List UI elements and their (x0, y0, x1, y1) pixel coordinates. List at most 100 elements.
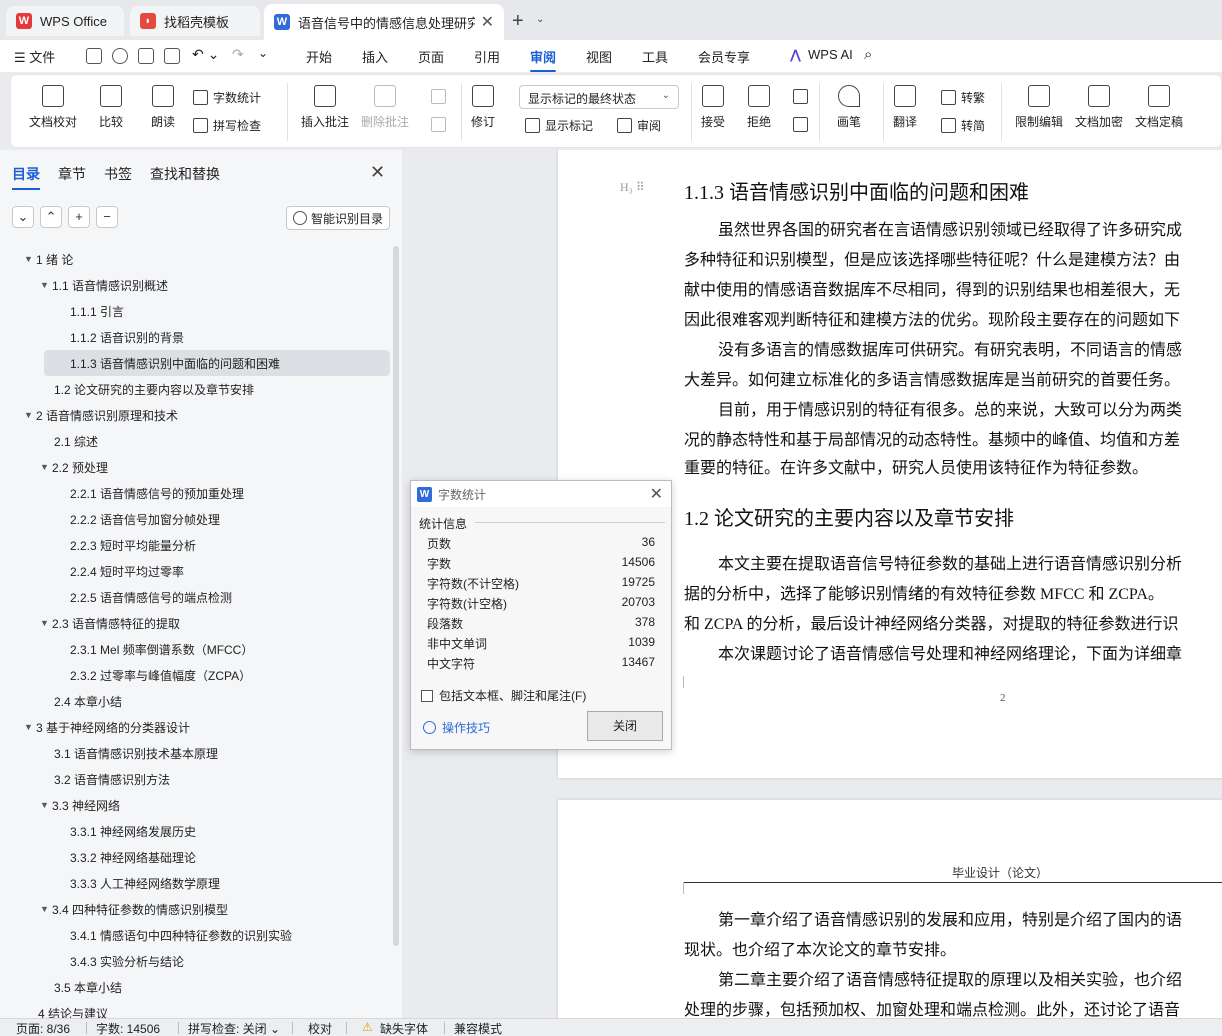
heading-style-marker[interactable]: H₃ ⠿ (620, 180, 645, 195)
toc-item[interactable]: 3.2 语音情感识别方法 (0, 766, 390, 792)
quick-access-more-icon[interactable]: ⌄ (258, 46, 268, 60)
toc-item[interactable]: 2.2.3 短时平均能量分析 (0, 532, 390, 558)
menu-tools[interactable]: 工具 (642, 47, 668, 66)
toc-item[interactable]: ▼ 2 语音情感识别原理和技术 (0, 402, 390, 428)
toc-item[interactable]: 2.3.2 过零率与峰值幅度（ZCPA） (0, 662, 390, 688)
status-page[interactable]: 页面: 8/36 (16, 1020, 70, 1036)
caret-down-icon[interactable]: ▼ (24, 722, 36, 732)
tab-wps-office[interactable]: W WPS Office (6, 6, 124, 36)
expand-up-icon[interactable]: ⌃ (40, 206, 62, 228)
include-textbox-checkbox[interactable]: 包括文本框、脚注和尾注(F) (421, 687, 586, 704)
read-aloud-button[interactable]: 朗读 (151, 75, 175, 130)
toc-item[interactable]: ▼ 1 绪 论 (0, 246, 390, 272)
toc-item[interactable]: ▼ 2.2 预处理 (0, 454, 390, 480)
caret-down-icon[interactable]: ▼ (40, 904, 52, 914)
panel-tab-bookmarks[interactable]: 书签 (104, 164, 132, 184)
toc-item[interactable]: 2.2.4 短时平均过零率 (0, 558, 390, 584)
menu-view[interactable]: 视图 (586, 47, 612, 66)
dialog-title-bar[interactable]: W 字数统计 (411, 481, 671, 507)
previous-change-icon[interactable] (793, 89, 813, 104)
status-word-count[interactable]: 字数: 14506 (96, 1020, 160, 1036)
search-icon[interactable]: ⌕ (864, 46, 872, 63)
share-icon[interactable] (112, 48, 128, 64)
remove-heading-icon[interactable]: − (96, 206, 118, 228)
panel-tab-find-replace[interactable]: 查找和替换 (150, 164, 220, 184)
caret-down-icon[interactable]: ▼ (40, 462, 52, 472)
toc-item[interactable]: ▼ 2.3 语音情感特征的提取 (0, 610, 390, 636)
chevron-down-icon[interactable]: ⌄ (536, 14, 544, 25)
toc-item[interactable]: ▼ 3.3 神经网络 (0, 792, 390, 818)
toc-item[interactable]: 2.2.2 语音信号加窗分帧处理 (0, 506, 390, 532)
toc-item[interactable]: 1.2 论文研究的主要内容以及章节安排 (0, 376, 390, 402)
toc-item[interactable]: 2.1 综述 (0, 428, 390, 454)
add-heading-icon[interactable]: + (68, 206, 90, 228)
print-preview-icon[interactable] (164, 48, 180, 64)
previous-comment-icon[interactable] (431, 89, 451, 104)
menu-insert[interactable]: 插入 (362, 47, 388, 66)
toc-item[interactable]: 3.5 本章小结 (0, 974, 390, 1000)
tips-link[interactable]: 操作技巧 (423, 719, 490, 736)
revise-button[interactable]: 修订 (471, 75, 495, 130)
caret-down-icon[interactable]: ▼ (40, 800, 52, 810)
close-button[interactable]: 关闭 (587, 711, 663, 741)
menu-member[interactable]: 会员专享 (698, 47, 750, 66)
compare-button[interactable]: 比较 (99, 75, 123, 130)
toc-item[interactable]: 2.3.1 Mel 频率倒谱系数（MFCC） (0, 636, 390, 662)
menu-page[interactable]: 页面 (418, 47, 444, 66)
review-pane-button[interactable]: 审阅 (617, 117, 661, 134)
collapse-icon[interactable]: ⌄ (12, 206, 34, 228)
toc-item[interactable]: 3.3.1 神经网络发展历史 (0, 818, 390, 844)
next-change-icon[interactable] (793, 117, 813, 132)
doc-check-button[interactable]: 文档校对 (29, 75, 77, 130)
toc-item[interactable]: 3.1 语音情感识别技术基本原理 (0, 740, 390, 766)
undo-icon[interactable]: ↶ ⌄ (192, 46, 219, 63)
toc-item[interactable]: ▼ 1.1 语音情感识别概述 (0, 272, 390, 298)
tab-docer[interactable]: ◗ 找稻壳模板 (130, 6, 260, 36)
to-traditional-button[interactable]: 转繁 (941, 89, 985, 106)
toc-item[interactable]: 3.3.2 神经网络基础理论 (0, 844, 390, 870)
translate-button[interactable]: 翻译 (893, 75, 917, 130)
restrict-edit-button[interactable]: 限制编辑 (1015, 75, 1063, 130)
toc-item[interactable]: ▼ 3.4 四种特征参数的情感识别模型 (0, 896, 390, 922)
status-spell-check[interactable]: 拼写检查: 关闭 ⌄ (188, 1020, 280, 1036)
status-missing-font[interactable]: 缺失字体 (380, 1020, 428, 1036)
toc-item[interactable]: 2.2.1 语音情感信号的预加重处理 (0, 480, 390, 506)
show-markup-button[interactable]: 显示标记 (525, 117, 593, 134)
next-comment-icon[interactable] (431, 117, 451, 132)
status-proof[interactable]: 校对 (308, 1020, 332, 1036)
menu-start[interactable]: 开始 (306, 47, 332, 66)
checkbox-box[interactable] (421, 689, 433, 702)
toc-item[interactable]: ▼ 3 基于神经网络的分类器设计 (0, 714, 390, 740)
caret-down-icon[interactable]: ▼ (24, 254, 36, 264)
spell-check-button[interactable]: 拼写检查 (193, 117, 261, 134)
tab-document[interactable]: W 语音信号中的情感信息处理研究 ✕ (264, 4, 504, 40)
toc-item[interactable]: 3.4.3 实验分析与结论 (0, 948, 390, 974)
smart-toc-button[interactable]: 智能识别目录 (286, 206, 390, 230)
reject-button[interactable]: 拒绝 (747, 75, 771, 130)
print-icon[interactable] (138, 48, 154, 64)
toc-item[interactable]: 2.2.5 语音情感信号的端点检测 (0, 584, 390, 610)
document-page[interactable]: 毕业设计（论文） 第一章介绍了语音情感识别的发展和应用，特别是介绍了国内的语 现… (558, 800, 1222, 1018)
caret-down-icon[interactable]: ▼ (24, 410, 36, 420)
toc-item[interactable]: 3.3.3 人工神经网络数学原理 (0, 870, 390, 896)
close-icon[interactable]: ✕ (650, 484, 663, 504)
toc-item[interactable]: 1.1.2 语音识别的背景 (0, 324, 390, 350)
toc-item[interactable]: 1.1.1 引言 (0, 298, 390, 324)
doc-encrypt-button[interactable]: 文档加密 (1075, 75, 1123, 130)
delete-comment-button[interactable]: 删除批注 (361, 75, 409, 130)
toc-item[interactable]: 1.1.3 语音情感识别中面临的问题和困难 (44, 350, 390, 376)
doc-finalize-button[interactable]: 文档定稿 (1135, 75, 1183, 130)
toc-item[interactable]: 3.4.1 情感语句中四种特征参数的识别实验 (0, 922, 390, 948)
file-menu[interactable]: ☰ 文件 (14, 47, 55, 66)
menu-wps-ai[interactable]: WPS AI (808, 47, 853, 62)
save-icon[interactable] (86, 48, 102, 64)
menu-review[interactable]: 审阅 (530, 47, 557, 72)
caret-down-icon[interactable]: ▼ (40, 618, 52, 628)
scrollbar[interactable] (393, 246, 399, 946)
caret-down-icon[interactable]: ▼ (40, 280, 52, 290)
close-icon[interactable]: ✕ (370, 162, 385, 183)
insert-comment-button[interactable]: 插入批注 (301, 75, 349, 130)
pen-button[interactable]: 画笔 (837, 75, 861, 130)
toc-item[interactable]: 2.4 本章小结 (0, 688, 390, 714)
close-icon[interactable]: ✕ (481, 12, 494, 32)
